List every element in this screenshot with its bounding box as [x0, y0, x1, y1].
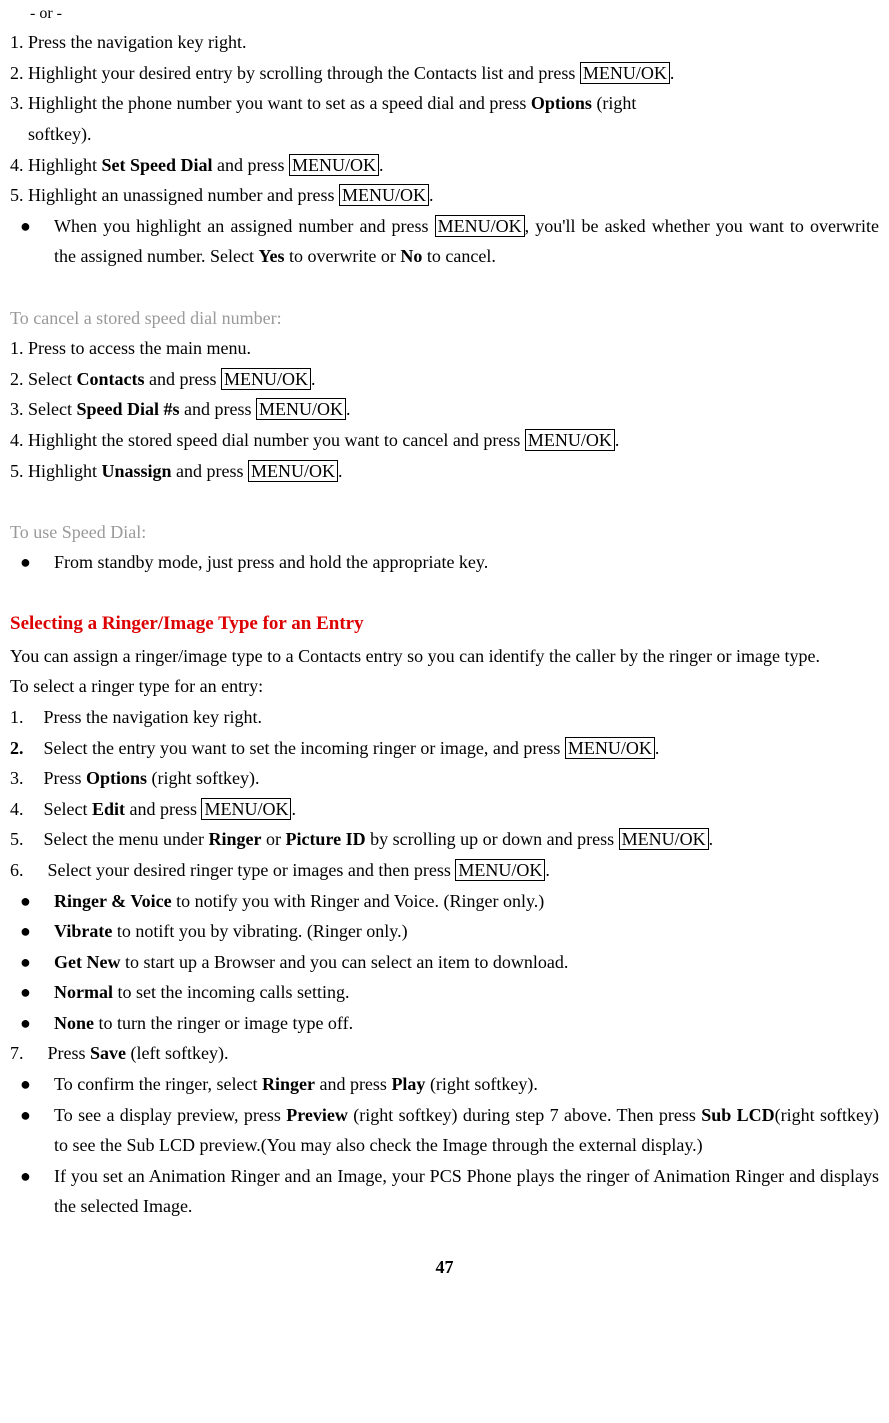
step: 5. Highlight an unassigned number and pr… — [10, 180, 879, 211]
section-heading: Selecting a Ringer/Image Type for an Ent… — [10, 608, 879, 640]
step: 5.Select the menu under Ringer or Pictur… — [10, 824, 879, 855]
paragraph: To select a ringer type for an entry: — [10, 671, 879, 702]
bullet-icon: ● — [10, 977, 40, 1008]
step: 4.Select Edit and press MENU/OK. — [10, 794, 879, 825]
menu-ok-key: MENU/OK — [580, 62, 670, 84]
step: 6.Select your desired ringer type or ima… — [10, 855, 879, 886]
bullet-item: ●Normal to set the incoming calls settin… — [10, 977, 879, 1008]
bullet-icon: ● — [10, 1069, 40, 1100]
bullet-icon: ● — [10, 886, 40, 917]
bullet-item: ●To see a display preview, press Preview… — [10, 1100, 879, 1161]
step-cont: softkey). — [10, 119, 879, 150]
menu-ok-key: MENU/OK — [455, 859, 545, 881]
step: 3.Press Options (right softkey). — [10, 763, 879, 794]
bullet-item: ●Vibrate to notift you by vibrating. (Ri… — [10, 916, 879, 947]
or-separator: - or - — [10, 0, 879, 27]
bullet-icon: ● — [10, 211, 40, 242]
paragraph: You can assign a ringer/image type to a … — [10, 641, 879, 672]
bullet-icon: ● — [10, 947, 40, 978]
step: 2.Select the entry you want to set the i… — [10, 733, 879, 764]
menu-ok-key: MENU/OK — [435, 215, 525, 237]
block3: 1.Press the navigation key right. 2.Sele… — [10, 702, 879, 1222]
bullet-item: ●Get New to start up a Browser and you c… — [10, 947, 879, 978]
step: 7.Press Save (left softkey). — [10, 1038, 879, 1069]
menu-ok-key: MENU/OK — [525, 429, 615, 451]
bullet-item: ●None to turn the ringer or image type o… — [10, 1008, 879, 1039]
subheading: To use Speed Dial: — [10, 517, 879, 548]
step: 3. Highlight the phone number you want t… — [10, 88, 879, 119]
step: 1. Press the navigation key right. — [10, 27, 879, 58]
menu-ok-key: MENU/OK — [201, 798, 291, 820]
step: 1. Press to access the main menu. — [10, 333, 879, 364]
bullet-icon: ● — [10, 1161, 40, 1192]
step: 1.Press the navigation key right. — [10, 702, 879, 733]
bullet-item: ● From standby mode, just press and hold… — [10, 547, 879, 578]
bullet-icon: ● — [10, 1100, 40, 1131]
step: 5. Highlight Unassign and press MENU/OK. — [10, 456, 879, 487]
bullet-item: ●To confirm the ringer, select Ringer an… — [10, 1069, 879, 1100]
bullet-icon: ● — [10, 547, 40, 578]
menu-ok-key: MENU/OK — [565, 737, 655, 759]
bullet-item: ●If you set an Animation Ringer and an I… — [10, 1161, 879, 1222]
bullet-icon: ● — [10, 916, 40, 947]
step: 4. Highlight the stored speed dial numbe… — [10, 425, 879, 456]
page-number: 47 — [10, 1252, 879, 1283]
subheading: To cancel a stored speed dial number: — [10, 303, 879, 334]
menu-ok-key: MENU/OK — [248, 460, 338, 482]
bullet-icon: ● — [10, 1008, 40, 1039]
block1: 1. Press the navigation key right. 2. Hi… — [10, 27, 879, 272]
step: 3. Select Speed Dial #s and press MENU/O… — [10, 394, 879, 425]
block2: 1. Press to access the main menu. 2. Sel… — [10, 333, 879, 486]
menu-ok-key: MENU/OK — [339, 184, 429, 206]
menu-ok-key: MENU/OK — [256, 398, 346, 420]
step: 2. Highlight your desired entry by scrol… — [10, 58, 879, 89]
step: 4. Highlight Set Speed Dial and press ME… — [10, 150, 879, 181]
menu-ok-key: MENU/OK — [619, 828, 709, 850]
menu-ok-key: MENU/OK — [221, 368, 311, 390]
bullet-item: ● When you highlight an assigned number … — [10, 211, 879, 272]
menu-ok-key: MENU/OK — [289, 154, 379, 176]
step: 2. Select Contacts and press MENU/OK. — [10, 364, 879, 395]
bullet-item: ●Ringer & Voice to notify you with Ringe… — [10, 886, 879, 917]
